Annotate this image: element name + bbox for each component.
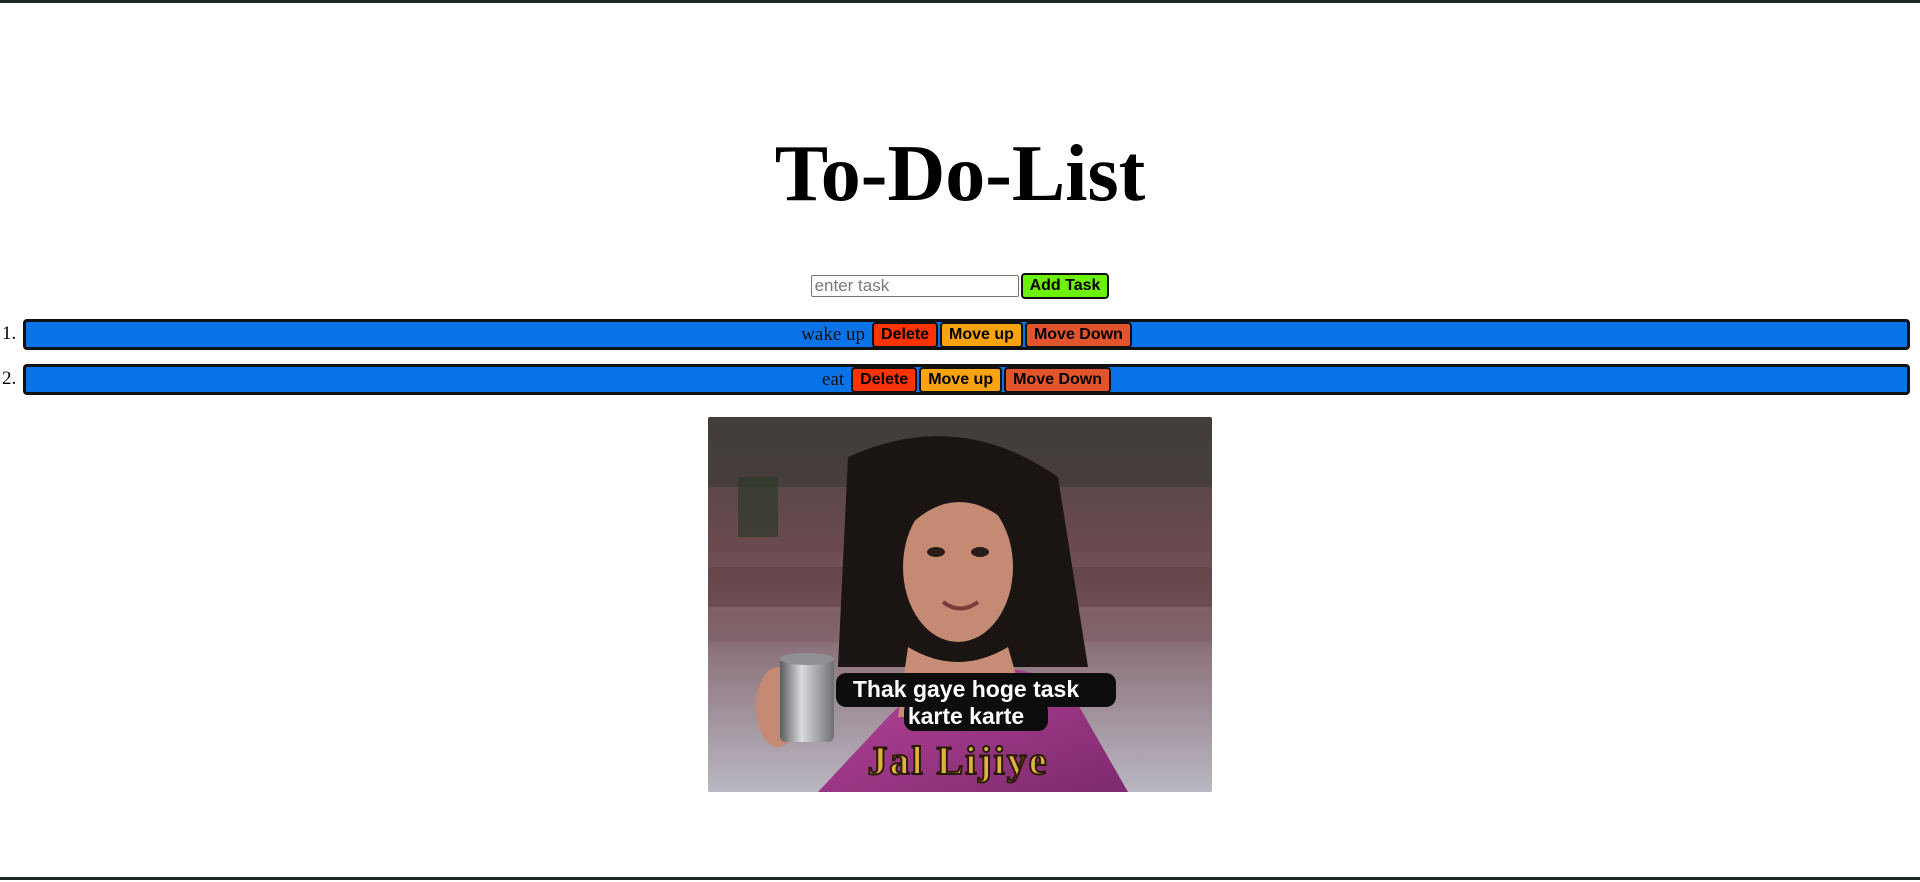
task-item: 1. wake up Delete Move up Move Down [0,318,1920,353]
meme-image: Thak gaye hoge task karte karte Jal Liji… [708,417,1212,792]
task-bar: eat Delete Move up Move Down [23,364,1910,395]
move-up-button[interactable]: Move up [940,321,1023,348]
delete-button[interactable]: Delete [872,321,939,348]
bottom-border [0,877,1920,880]
task-input[interactable] [810,275,1019,297]
meme-caption-line1: Thak gaye hoge task [853,676,1079,702]
task-number: 1. [2,323,17,344]
add-task-row: Add Task [0,273,1920,299]
task-text: wake up [801,323,866,345]
page-title: To-Do-List [774,130,1146,218]
move-up-button[interactable]: Move up [919,366,1003,393]
task-list: 1. wake up Delete Move up Move Down 2. e… [0,318,1920,408]
move-down-button[interactable]: Move Down [1024,321,1132,348]
add-task-button[interactable]: Add Task [1020,273,1110,299]
task-number: 2. [2,368,17,389]
task-item: 2. eat Delete Move up Move Down [0,363,1920,398]
delete-button[interactable]: Delete [851,366,918,393]
meme-caption-line2: karte karte [908,703,1024,729]
task-text: eat [822,368,845,390]
top-border [0,0,1920,3]
move-down-button[interactable]: Move Down [1004,366,1111,393]
task-bar: wake up Delete Move up Move Down [23,319,1910,350]
meme-subtitle: Jal Lijiye [867,738,1048,783]
